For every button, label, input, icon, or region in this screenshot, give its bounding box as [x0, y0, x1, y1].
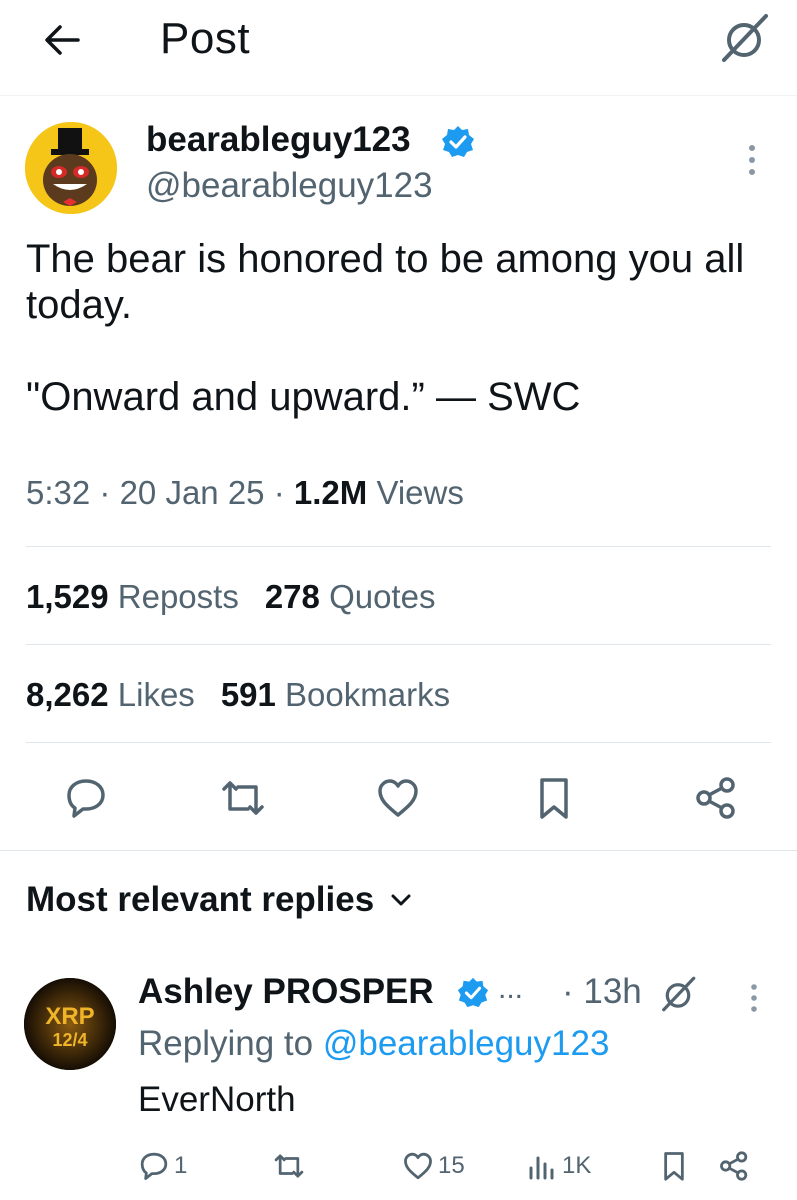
grok-button[interactable]	[714, 8, 774, 68]
quotes-label: Quotes	[329, 578, 436, 615]
replies-sort-dropdown[interactable]: Most relevant replies	[26, 880, 412, 920]
like-icon	[404, 1152, 432, 1180]
reply-like-button[interactable]: 15	[402, 1144, 465, 1188]
reposts-label: Reposts	[117, 578, 239, 615]
meta-separator: ·	[99, 474, 111, 511]
reply-view-count: 1K	[562, 1152, 592, 1179]
reply-grok-button[interactable]	[656, 972, 700, 1016]
reply-icon	[67, 779, 105, 818]
reply-author-name[interactable]: Ashley PROSPER	[138, 972, 434, 1012]
likes-link[interactable]: 8,262 Likes	[26, 676, 195, 713]
post-more-button[interactable]	[732, 140, 772, 180]
replying-to-mention[interactable]: @bearableguy123	[323, 1024, 610, 1063]
reply-name-truncation: ...	[498, 972, 524, 1005]
divider	[26, 742, 771, 743]
reply-avatar-image: XRP 12/4	[24, 978, 116, 1070]
bookmarks-label: Bookmarks	[285, 676, 451, 713]
reply-views-button[interactable]: 1K	[526, 1144, 591, 1188]
reply-icon	[140, 1152, 168, 1180]
verified-icon	[457, 977, 489, 1008]
reply-share-button[interactable]	[718, 1144, 750, 1188]
stats-row-reposts: 1,529 Reposts 278 Quotes	[26, 578, 435, 616]
reply-text: EverNorth	[138, 1080, 296, 1119]
stats-row-likes: 8,262 Likes 591 Bookmarks	[26, 676, 450, 714]
replying-to-line: Replying to @bearableguy123	[138, 1024, 609, 1064]
repost-icon	[274, 1154, 304, 1178]
post-action-bar	[0, 768, 797, 828]
avatar-image	[25, 122, 117, 214]
reply-bookmark-button[interactable]	[660, 1144, 688, 1188]
author-avatar[interactable]	[25, 122, 117, 214]
author-display-name[interactable]: bearableguy123	[146, 120, 411, 160]
reply-reply-button[interactable]: 1	[138, 1144, 187, 1188]
reply-avatar-text-top: XRP	[45, 1003, 94, 1030]
share-icon	[720, 1151, 748, 1181]
page-title: Post	[160, 14, 251, 63]
quotes-link[interactable]: 278 Quotes	[265, 578, 436, 615]
reply-button[interactable]	[56, 768, 116, 828]
share-icon	[696, 777, 735, 819]
post-time: 5:32	[26, 474, 91, 511]
likes-label: Likes	[117, 676, 195, 713]
replies-sort-label: Most relevant replies	[26, 880, 375, 919]
back-arrow-icon	[45, 25, 80, 55]
reply-like-count: 15	[438, 1152, 465, 1179]
reply-author-avatar[interactable]: XRP 12/4	[24, 978, 116, 1070]
bookmark-icon	[664, 1152, 684, 1181]
top-bar: Post	[0, 0, 797, 96]
replying-to-prefix: Replying to	[138, 1024, 314, 1063]
bookmark-icon	[540, 778, 568, 819]
reply-time[interactable]: · 13h	[562, 972, 642, 1012]
grok-icon	[722, 14, 768, 62]
likes-count: 8,262	[26, 676, 109, 713]
verified-icon	[442, 126, 474, 157]
back-button[interactable]	[40, 18, 84, 62]
author-handle[interactable]: @bearableguy123	[146, 166, 433, 206]
meta-separator: ·	[273, 474, 285, 511]
chevron-down-icon	[391, 894, 411, 906]
post-date: 20 Jan 25	[119, 474, 265, 511]
more-vertical-icon	[751, 984, 757, 1012]
reply-repost-button[interactable]	[272, 1144, 306, 1188]
bookmark-button[interactable]	[524, 768, 584, 828]
reply-avatar-text-bottom: 12/4	[52, 1030, 87, 1050]
divider	[26, 546, 771, 547]
reposts-count: 1,529	[26, 578, 109, 615]
post-meta: 5:32 · 20 Jan 25 · 1.2M Views	[26, 474, 464, 512]
grok-icon	[662, 976, 696, 1012]
views-icon	[529, 1156, 554, 1180]
quotes-count: 278	[264, 578, 320, 615]
bookmarks-link[interactable]: 591 Bookmarks	[221, 676, 450, 713]
reply-action-bar: 1 15 1K	[0, 1144, 797, 1188]
repost-button[interactable]	[213, 768, 273, 828]
reply-more-button[interactable]	[736, 978, 772, 1018]
reposts-link[interactable]: 1,529 Reposts	[26, 578, 239, 615]
repost-icon	[222, 781, 264, 815]
like-button[interactable]	[368, 768, 428, 828]
post-text: The bear is honored to be among you all …	[26, 237, 745, 419]
reply-reply-count: 1	[174, 1152, 188, 1179]
bookmarks-count: 591	[220, 676, 276, 713]
section-divider	[0, 850, 797, 851]
views-label: Views	[376, 474, 464, 511]
divider	[26, 644, 771, 645]
views-count: 1.2M	[293, 474, 368, 511]
more-vertical-icon	[749, 145, 755, 175]
like-icon	[378, 779, 418, 817]
share-button[interactable]	[686, 768, 746, 828]
